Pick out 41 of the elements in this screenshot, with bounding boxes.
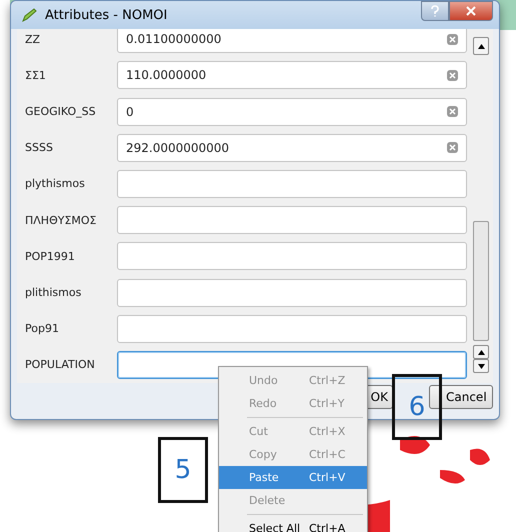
field-label: GEOGIKO_SS [24, 105, 97, 118]
clear-icon[interactable] [447, 34, 458, 45]
scroll-up-button[interactable] [473, 345, 489, 359]
help-icon [430, 5, 440, 17]
input-field[interactable] [117, 314, 467, 343]
dialog-button[interactable]: Cancel [429, 385, 493, 409]
input-field[interactable]: 110.0000000 [117, 61, 467, 90]
field-label: ΠΛΗΘΥΣΜΟΣ [24, 214, 98, 227]
field-label: POPULATION [24, 358, 96, 372]
input-field[interactable] [117, 170, 467, 198]
input-field[interactable] [117, 206, 467, 234]
menu-item[interactable]: Paste Ctrl+V [219, 466, 367, 489]
field-label: plithismos [24, 286, 82, 300]
clear-icon[interactable] [447, 70, 458, 81]
field-label: Pop91 [24, 322, 60, 336]
field-label: SSSS [24, 141, 54, 154]
input-field[interactable]: 292.0000000000 [117, 134, 467, 162]
scroll-thumb[interactable] [473, 221, 489, 341]
help-button[interactable] [421, 1, 449, 21]
field-label: ΖΖ [24, 32, 42, 46]
down-arrow-icon [478, 364, 484, 368]
close-icon [466, 6, 476, 16]
menu-item[interactable]: Select All Ctrl+A [219, 517, 367, 532]
field-label: POP1991 [24, 250, 76, 263]
scroll-down-button[interactable] [473, 359, 489, 373]
clear-icon[interactable] [447, 106, 458, 117]
input-field[interactable]: 0 [117, 98, 467, 126]
up-arrow-icon [478, 44, 484, 48]
close-button[interactable] [449, 1, 493, 21]
up-arrow-icon [478, 350, 484, 354]
scroll-up-button[interactable] [473, 37, 489, 55]
input-field[interactable] [117, 278, 467, 307]
field-label: plythismos [24, 177, 86, 190]
step-number-callout: 6 [392, 374, 442, 440]
input-field[interactable] [117, 242, 467, 270]
clear-icon[interactable] [447, 142, 458, 154]
pencil-icon [21, 7, 37, 23]
step-number-callout: 5 [158, 437, 208, 503]
input-field[interactable]: 0.01100000000 [117, 29, 467, 54]
window-title: Attributes - NOMOI [45, 8, 168, 22]
field-label: ΣΣ1 [24, 68, 47, 82]
